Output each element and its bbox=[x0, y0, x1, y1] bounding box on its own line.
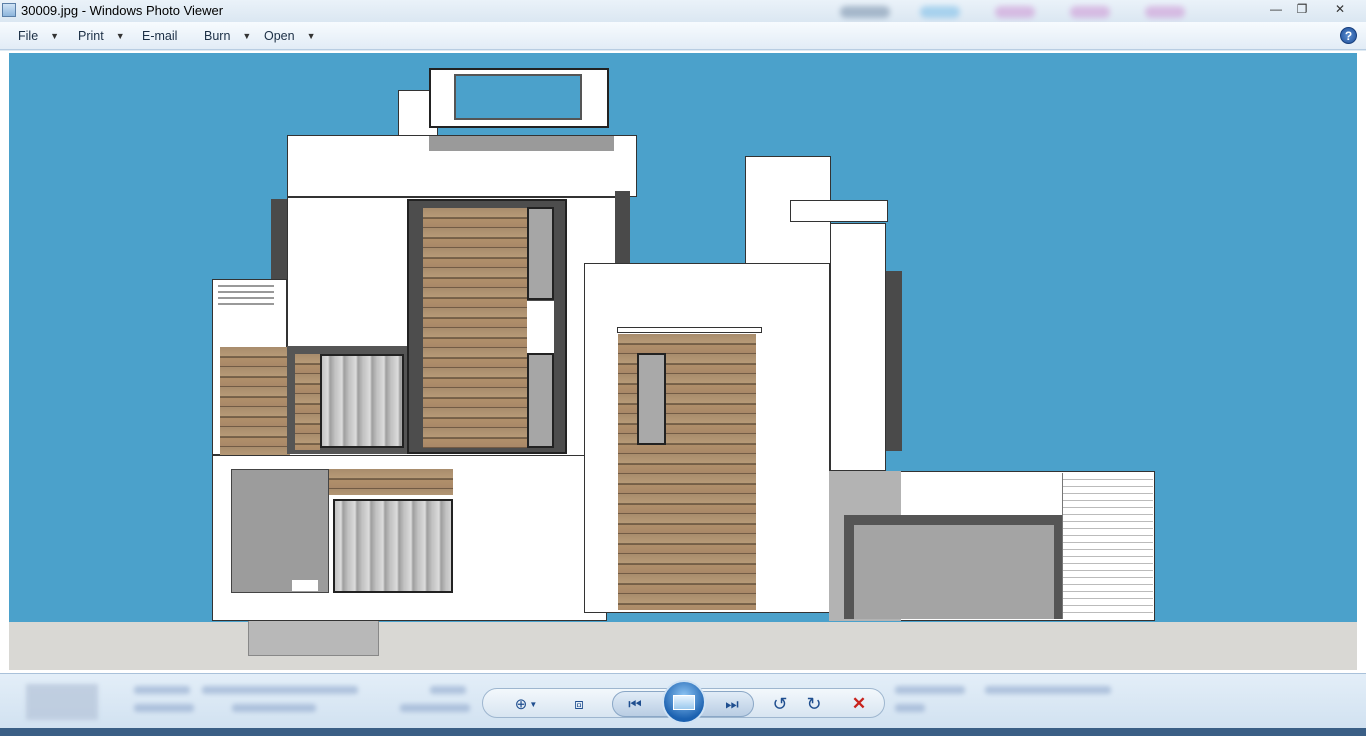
balcony-louvers bbox=[218, 281, 274, 309]
horizontal-siding bbox=[1062, 473, 1153, 619]
blurred-details-text bbox=[400, 704, 470, 712]
canopy bbox=[617, 327, 762, 333]
actual-size-icon[interactable]: ⧈ bbox=[565, 692, 593, 716]
blurred-background-element bbox=[995, 6, 1035, 18]
blurred-details-text bbox=[134, 704, 194, 712]
chevron-down-icon: ▼ bbox=[529, 699, 538, 709]
menu-open-label: Open bbox=[264, 29, 295, 43]
menu-file[interactable]: File ▼ bbox=[18, 29, 59, 43]
thumbnail-preview bbox=[26, 684, 98, 720]
slideshow-icon[interactable] bbox=[662, 680, 706, 724]
chevron-down-icon: ▼ bbox=[242, 31, 252, 41]
blurred-background-element bbox=[1070, 6, 1110, 18]
window-title: 30009.jpg - Windows Photo Viewer bbox=[21, 3, 224, 18]
zoom-icon[interactable]: ⊕ ▼ bbox=[507, 692, 545, 716]
menu-file-label: File bbox=[18, 29, 39, 43]
blurred-background-element bbox=[1145, 6, 1185, 18]
chevron-down-icon: ▼ bbox=[50, 31, 60, 41]
pergola-opening bbox=[454, 74, 582, 120]
maximize-button[interactable]: ❐ bbox=[1289, 0, 1315, 18]
wood-panel-small bbox=[295, 354, 320, 450]
ground bbox=[9, 622, 1357, 670]
rotate-counterclockwise-icon[interactable]: ↺ bbox=[767, 692, 793, 716]
blurred-details-text bbox=[134, 686, 190, 694]
wood-cladding-tower bbox=[423, 208, 527, 448]
previous-icon[interactable]: ⏮ bbox=[621, 692, 649, 716]
curtain-window bbox=[320, 354, 404, 448]
blurred-details-text bbox=[232, 704, 316, 712]
roof-shadow bbox=[429, 136, 614, 151]
image-viewport[interactable] bbox=[0, 51, 1366, 673]
next-icon[interactable]: ⏭ bbox=[718, 692, 746, 716]
menu-burn-label: Burn bbox=[204, 29, 231, 43]
menu-print[interactable]: Print ▼ bbox=[78, 29, 125, 43]
minimize-button[interactable]: — bbox=[1263, 0, 1289, 18]
blurred-details-text bbox=[895, 686, 965, 694]
right-tower-ledge bbox=[790, 200, 888, 222]
delete-icon[interactable]: ✕ bbox=[845, 692, 873, 716]
wall-light bbox=[292, 580, 318, 591]
menu-burn[interactable]: Burn ▼ bbox=[204, 29, 251, 43]
plinth bbox=[248, 616, 379, 656]
menu-email-label: E-mail bbox=[142, 29, 178, 43]
blurred-details-text bbox=[430, 686, 466, 694]
right-column bbox=[830, 223, 886, 471]
chevron-down-icon: ▼ bbox=[306, 31, 316, 41]
menu-print-label: Print bbox=[78, 29, 104, 43]
menu-open[interactable]: Open ▼ bbox=[264, 29, 316, 43]
garage-panel bbox=[231, 469, 329, 593]
entrance-window bbox=[637, 353, 666, 445]
blurred-background-element bbox=[920, 6, 960, 18]
wood-soffit bbox=[329, 469, 453, 495]
zoom-glyph: ⊕ bbox=[514, 696, 528, 713]
vertical-window-upper bbox=[527, 207, 554, 300]
taskbar bbox=[0, 728, 1366, 736]
ground-glazing bbox=[333, 499, 453, 593]
right-fin bbox=[615, 191, 630, 266]
garage-door bbox=[854, 525, 1054, 619]
rotate-clockwise-icon[interactable]: ↻ bbox=[801, 692, 827, 716]
slideshow-glyph bbox=[673, 694, 695, 710]
blurred-details-text bbox=[895, 704, 925, 712]
bottom-toolbar: ⊕ ▼ ⧈ ⏮ ⏭ ↺ ↻ ✕ bbox=[0, 673, 1366, 736]
blurred-details-text bbox=[985, 686, 1111, 694]
photo-viewer-icon bbox=[2, 3, 16, 17]
blurred-background-element bbox=[840, 6, 890, 18]
close-button[interactable]: ✕ bbox=[1327, 0, 1353, 18]
menu-bar: File ▼ Print ▼ E-mail Burn ▼ Open ▼ ? bbox=[0, 22, 1366, 50]
right-fin-dark bbox=[886, 271, 902, 451]
viewer-controls: ⊕ ▼ ⧈ ⏮ ⏭ ↺ ↻ ✕ bbox=[482, 680, 885, 724]
tower-gap bbox=[527, 301, 554, 353]
chevron-down-icon: ▼ bbox=[115, 31, 125, 41]
title-bar: 30009.jpg - Windows Photo Viewer — ❐ ✕ bbox=[0, 0, 1366, 22]
wood-screen-left bbox=[220, 347, 290, 455]
blurred-details-text bbox=[202, 686, 358, 694]
help-icon[interactable]: ? bbox=[1340, 27, 1357, 44]
house-elevation-image bbox=[9, 53, 1357, 670]
menu-email[interactable]: E-mail bbox=[142, 29, 177, 43]
vertical-window-lower bbox=[527, 353, 554, 448]
